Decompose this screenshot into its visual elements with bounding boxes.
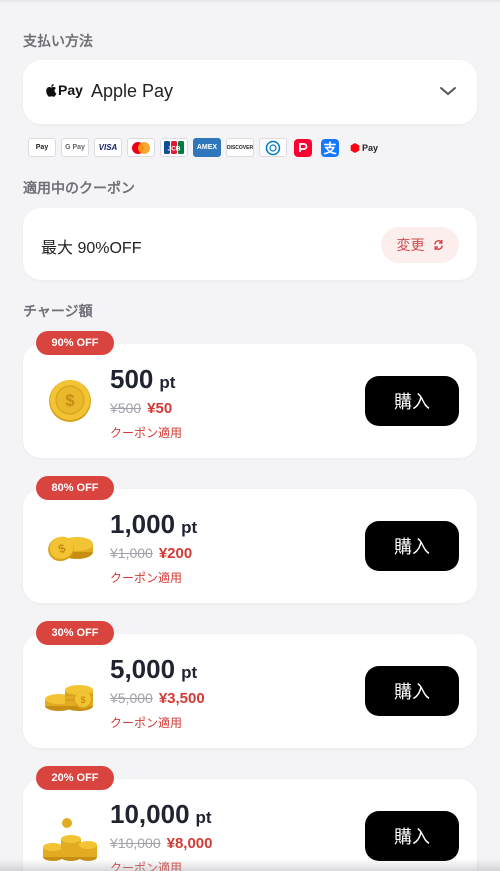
coin-piles-icon <box>43 818 97 861</box>
charge-option-10000: 10,000 pt ¥10,000 ¥8,000 クーポン適用 購入 <box>23 779 477 871</box>
merpay-brand-icon: Pay <box>346 138 382 157</box>
jcb-brand-icon: JCB <box>160 138 188 157</box>
refresh-icon <box>433 240 443 250</box>
bottom-scroll-fade <box>0 859 500 871</box>
original-price: ¥500 <box>110 400 142 416</box>
apple-pay-logo: Pay <box>45 82 83 98</box>
points-unit: pt <box>181 518 198 537</box>
payment-section-label: 支払い方法 <box>23 34 93 50</box>
points-amount: 10,000 <box>110 799 190 829</box>
coupon-text: 最大 90%OFF <box>41 240 142 257</box>
discounted-price: ¥3,500 <box>158 690 205 707</box>
apple-pay-brand-icon: Pay <box>28 138 56 157</box>
amex-brand-icon: AMEX <box>193 138 221 157</box>
discounted-price: ¥50 <box>147 400 173 417</box>
chevron-down-icon[interactable] <box>439 84 457 98</box>
discount-badge: 20% OFF <box>36 766 114 790</box>
buy-button[interactable]: 購入 <box>365 811 459 861</box>
original-price: ¥1,000 <box>110 545 153 561</box>
visa-brand-icon: VISA <box>94 138 122 157</box>
points-unit: pt <box>195 808 212 827</box>
points-amount: 1,000 <box>110 509 176 539</box>
points-amount: 5,000 <box>110 654 176 684</box>
change-coupon-label: 変更 <box>396 238 425 254</box>
points-unit: pt <box>181 663 198 682</box>
coupon-applied-label: クーポン適用 <box>110 426 183 440</box>
card-brand-logos: Pay G Pay VISA JCB AMEX DISCOVER 支 Pay <box>28 138 382 158</box>
discount-badge: 90% OFF <box>36 331 114 355</box>
buy-button[interactable]: 購入 <box>365 666 459 716</box>
charge-option-5000: $ 5,000 pt ¥5,000 ¥3,500 クーポン適用 購入 <box>23 634 477 748</box>
payment-method-select[interactable]: Pay Apple Pay <box>23 60 477 124</box>
svg-text:$: $ <box>65 391 75 410</box>
original-price: ¥5,000 <box>110 690 153 706</box>
svg-text:JCB: JCB <box>167 146 180 153</box>
charge-option-1000: $ 1,000 pt ¥1,000 ¥200 クーポン適用 購入 <box>23 489 477 603</box>
charge-option-500: $ 500 pt ¥500 ¥50 クーポン適用 購入 <box>23 344 477 458</box>
coin-stack-icon: $ <box>45 685 93 711</box>
buy-button[interactable]: 購入 <box>365 521 459 571</box>
applied-coupon-card: 最大 90%OFF 変更 <box>23 208 477 280</box>
change-coupon-button[interactable]: 変更 <box>381 227 459 263</box>
discount-badge: 80% OFF <box>36 476 114 500</box>
diners-club-brand-icon <box>259 138 287 157</box>
single-coin-icon: $ <box>49 380 91 422</box>
alipay-brand-icon: 支 <box>319 138 341 157</box>
coupon-section-label: 適用中のクーポン <box>23 181 135 197</box>
original-price: ¥10,000 <box>110 835 161 851</box>
svg-text:支: 支 <box>322 141 337 157</box>
discover-brand-icon: DISCOVER <box>226 138 254 157</box>
coupon-applied-label: クーポン適用 <box>110 571 183 585</box>
selected-payment-method: Apple Pay <box>91 81 174 101</box>
apple-pay-logo-text: Pay <box>58 82 83 98</box>
points-amount: 500 <box>110 364 154 394</box>
coupon-applied-label: クーポン適用 <box>110 716 183 730</box>
top-divider <box>0 0 500 2</box>
discount-badge: 30% OFF <box>36 621 114 645</box>
coin-pair-icon: $ <box>48 536 93 562</box>
svg-text:$: $ <box>80 695 85 705</box>
charge-section-label: チャージ額 <box>23 304 93 320</box>
google-pay-brand-icon: G Pay <box>61 138 89 157</box>
paypay-brand-icon <box>292 138 314 157</box>
mastercard-brand-icon <box>127 138 155 157</box>
discounted-price: ¥8,000 <box>166 835 213 852</box>
discounted-price: ¥200 <box>158 545 193 562</box>
apple-icon <box>46 84 57 97</box>
points-unit: pt <box>159 373 176 392</box>
buy-button[interactable]: 購入 <box>365 376 459 426</box>
